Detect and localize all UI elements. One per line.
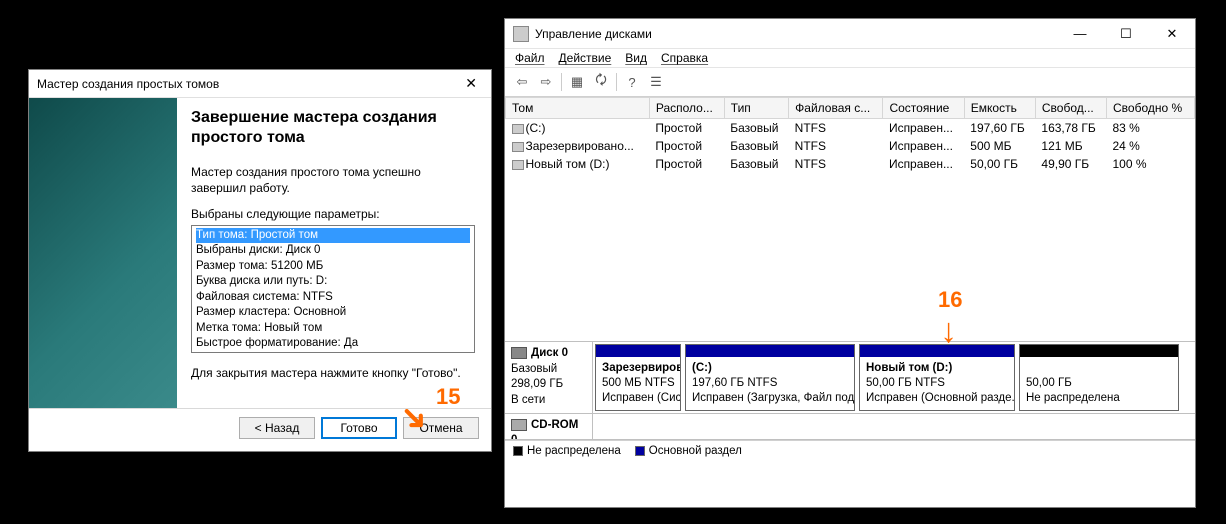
back-button[interactable]: < Назад [239,417,315,439]
menu-file[interactable]: Файл [515,51,545,65]
volume-icon [512,124,524,134]
table-row[interactable]: Зарезервировано...ПростойБазовыйNTFSИспр… [506,137,1195,155]
diskmgmt-title: Управление дисками [535,27,1057,41]
diskmgmt-toolbar: ⇦ ⇨ ▦ 🗘 ? ☰ [505,68,1195,97]
menu-view[interactable]: Вид [625,51,647,65]
col-type[interactable]: Тип [724,98,788,119]
maximize-icon[interactable]: ☐ [1103,20,1149,48]
disk0-label[interactable]: Диск 0 Базовый 298,09 ГБ В сети [505,342,593,413]
param-row: Размер кластера: Основной [196,305,470,321]
forward-icon: ⇨ [535,71,557,93]
diskmgmt-titlebar[interactable]: Управление дисками — ☐ ✕ [505,19,1195,49]
arrow-down-icon: ↓ [940,312,957,351]
volume-table[interactable]: Том Располо... Тип Файловая с... Состоян… [505,97,1195,173]
wizard-heading: Завершение мастера создания простого том… [191,108,475,148]
legend-unalloc-swatch [513,446,523,456]
table-header-row: Том Располо... Тип Файловая с... Состоян… [506,98,1195,119]
wizard-title: Мастер создания простых томов [37,77,219,91]
finish-button[interactable]: Готово [321,417,397,439]
menu-help[interactable]: Справка [661,51,708,65]
table-row[interactable]: Новый том (D:)ПростойБазовыйNTFSИсправен… [506,155,1195,173]
wizard-params-list[interactable]: Тип тома: Простой том Выбраны диски: Дис… [191,225,475,353]
wizard-sidebar-image [29,98,177,408]
legend-primary-swatch [635,446,645,456]
col-free[interactable]: Свобод... [1035,98,1106,119]
table-view-icon[interactable]: ▦ [566,71,588,93]
annotation-15: 15 [436,384,460,410]
disk-icon [511,347,527,359]
close-icon[interactable]: ✕ [1149,20,1195,48]
cdrom-row[interactable]: CD-ROM 0 DVD (E:) [505,414,1195,440]
param-row: Быстрое форматирование: Да [196,336,470,352]
wizard-params-label: Выбраны следующие параметры: [191,206,475,222]
diskmgmt-window: Управление дисками — ☐ ✕ Файл Действие В… [504,18,1196,508]
col-capacity[interactable]: Емкость [964,98,1035,119]
app-icon [513,26,529,42]
param-row: Выбраны диски: Диск 0 [196,243,470,259]
close-icon[interactable]: ✕ [459,75,483,92]
wizard-blurb: Мастер создания простого тома успешно за… [191,164,475,196]
wizard-titlebar[interactable]: Мастер создания простых томов ✕ [29,70,491,98]
partition-box[interactable]: Новый том (D:)50,00 ГБ NTFSИсправен (Осн… [859,344,1015,411]
diskmgmt-menubar: Файл Действие Вид Справка [505,49,1195,68]
disk-graph-area: Диск 0 Базовый 298,09 ГБ В сети Зарезерв… [505,341,1195,440]
diskmgmt-legend: Не распределена Основной раздел [505,440,1195,461]
partition-box[interactable]: Зарезервиров500 МБ NTFSИсправен (Сис [595,344,681,411]
param-row: Буква диска или путь: D: [196,274,470,290]
partition-box[interactable]: 50,00 ГБНе распределена [1019,344,1179,411]
param-row[interactable]: Тип тома: Простой том [196,228,470,244]
col-fs[interactable]: Файловая с... [789,98,883,119]
param-row: Метка тома: Новый том [196,321,470,337]
param-row: Применение сжатия файлов и папок: Нет [196,352,470,353]
wizard-hint: Для закрытия мастера нажмите кнопку "Гот… [191,365,475,381]
minimize-icon[interactable]: — [1057,20,1103,48]
refresh-icon[interactable]: 🗘 [590,71,612,93]
col-layout[interactable]: Располо... [649,98,724,119]
wizard-window: Мастер создания простых томов ✕ Завершен… [28,69,492,452]
disk0-row[interactable]: Диск 0 Базовый 298,09 ГБ В сети Зарезерв… [505,342,1195,414]
partition-box[interactable]: (C:)197,60 ГБ NTFSИсправен (Загрузка, Фа… [685,344,855,411]
volume-icon [512,160,524,170]
back-icon[interactable]: ⇦ [511,71,533,93]
settings-icon[interactable]: ☰ [645,71,667,93]
col-status[interactable]: Состояние [883,98,964,119]
annotation-16: 16 [938,287,962,313]
col-volume[interactable]: Том [506,98,650,119]
param-row: Размер тома: 51200 МБ [196,259,470,275]
cdrom-icon [511,419,527,431]
col-free-pct[interactable]: Свободно % [1106,98,1194,119]
volume-icon [512,142,524,152]
param-row: Файловая система: NTFS [196,290,470,306]
cdrom-label[interactable]: CD-ROM 0 DVD (E:) [505,414,593,439]
help-icon[interactable]: ? [621,71,643,93]
menu-action[interactable]: Действие [559,51,612,65]
table-row[interactable]: (C:)ПростойБазовыйNTFSИсправен...197,60 … [506,119,1195,138]
